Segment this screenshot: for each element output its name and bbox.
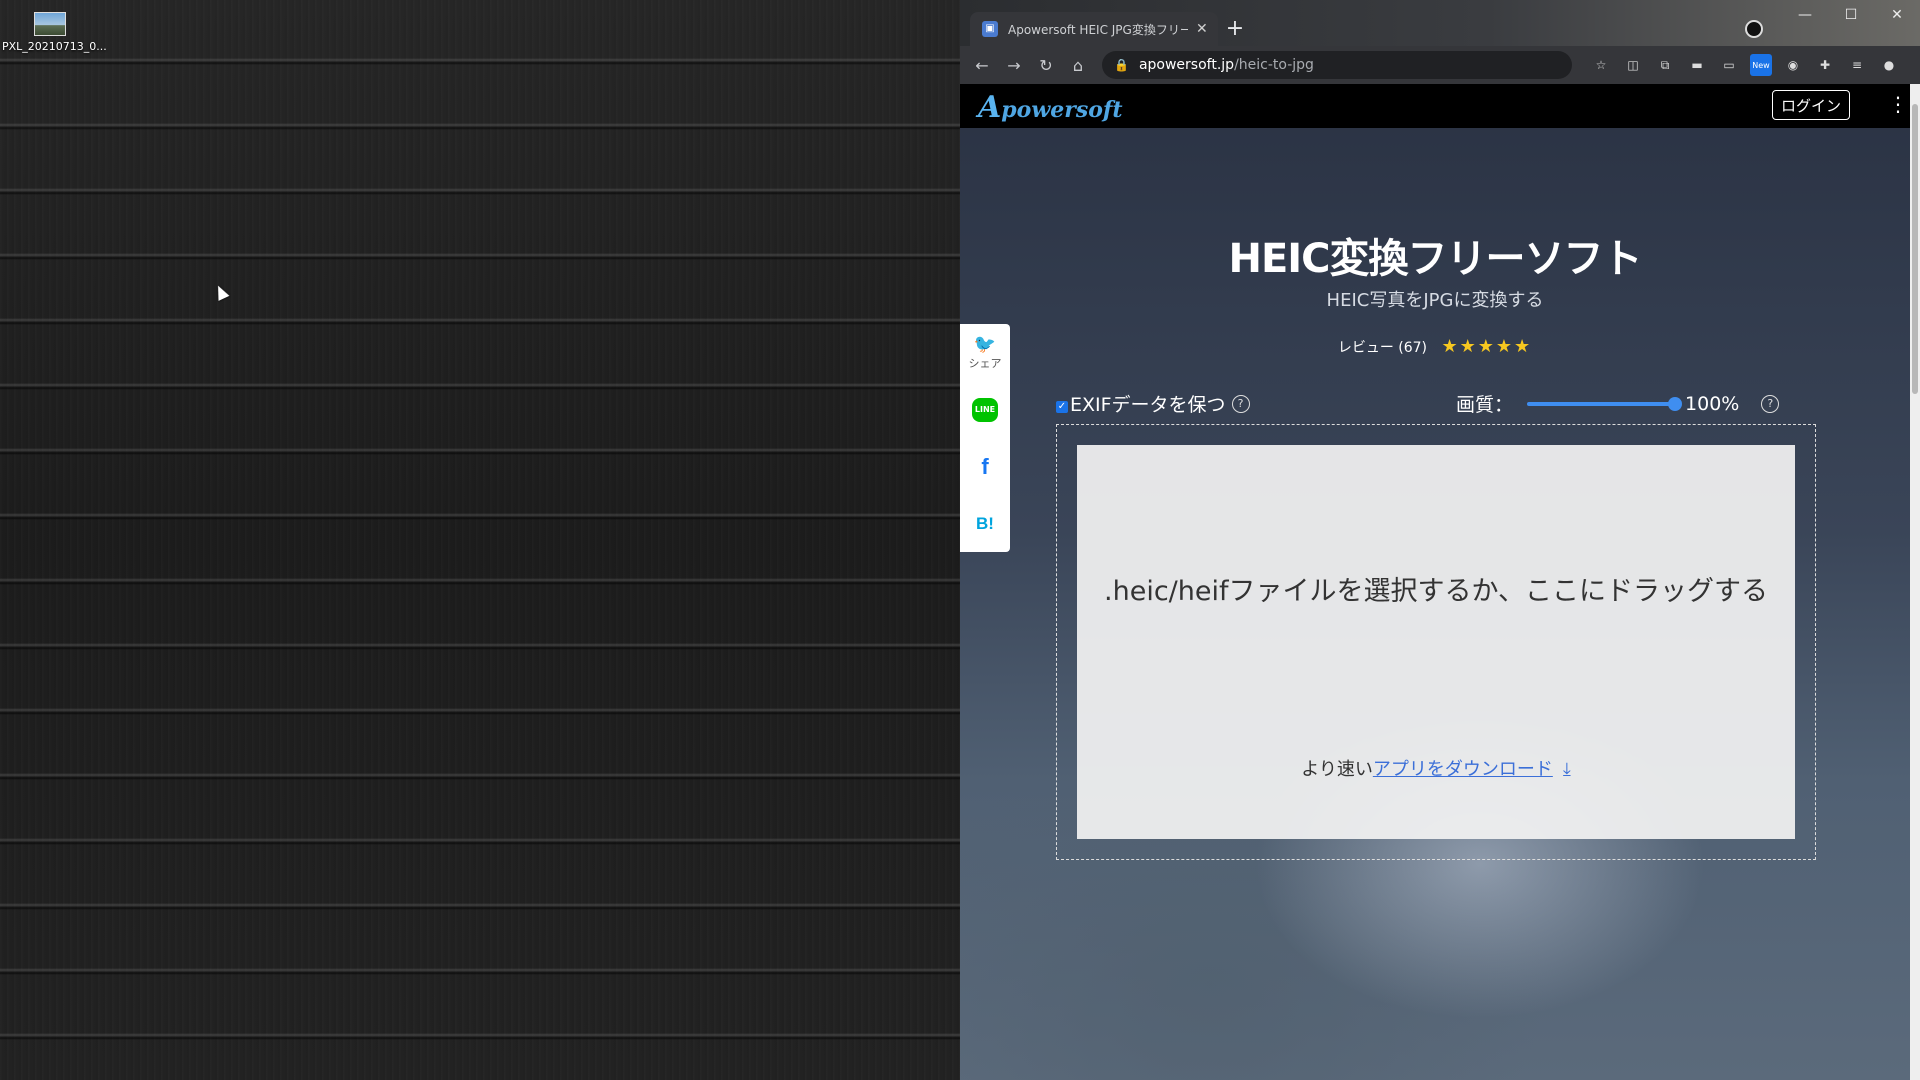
extension-icon[interactable]: ◉ (1782, 54, 1804, 76)
bookmark-star-icon[interactable]: ☆ (1590, 54, 1612, 76)
new-extension-icon[interactable]: New (1750, 54, 1772, 76)
quality-label: 画質： (1456, 394, 1514, 416)
desktop: PXL_20210713_0... (0, 0, 960, 1080)
exif-help-icon[interactable]: ? (1231, 394, 1250, 413)
maximize-icon[interactable]: ☐ (1828, 0, 1874, 30)
facebook-icon: f (981, 453, 989, 479)
avatar[interactable]: ● (1878, 54, 1900, 76)
exif-label: EXIFデータを保つ (1070, 394, 1226, 416)
reload-button[interactable]: ↻ (1030, 56, 1062, 75)
twitter-share-label: シェア (968, 357, 1002, 370)
quality-slider[interactable] (1527, 396, 1683, 411)
puzzle-icon[interactable]: ✚ (1814, 54, 1836, 76)
home-button[interactable]: ⌂ (1062, 56, 1094, 75)
tab-title: Apowersoft HEIC JPG変換フリーソ (1008, 22, 1188, 37)
browser-window: ▣ Apowersoft HEIC JPG変換フリーソ ✕ + — ☐ ✕ ← … (960, 0, 1920, 1080)
file-dropzone[interactable]: .heic/heifファイルを選択するか、ここにドラッグする より速いアプリをダ… (1077, 445, 1795, 839)
dropzone-border: .heic/heifファイルを選択するか、ここにドラッグする より速いアプリをダ… (1056, 424, 1816, 860)
line-icon: LINE (972, 397, 998, 422)
lock-icon: 🔒 (1114, 58, 1129, 72)
url-path: /heic-to-jpg (1234, 57, 1314, 73)
quality-help-icon[interactable]: ? (1761, 394, 1780, 413)
browser-tab[interactable]: ▣ Apowersoft HEIC JPG変換フリーソ ✕ (970, 12, 1218, 46)
hatena-icon: B! (976, 513, 994, 533)
review-count: レビュー (67) (1337, 340, 1428, 356)
new-tab-button[interactable]: + (1222, 16, 1248, 42)
url-domain: apowersoft.jp (1138, 57, 1235, 73)
more-menu-icon[interactable]: ⋮ (1910, 54, 1920, 76)
logo-letter: A (978, 90, 1002, 125)
dropzone-text: .heic/heifファイルを選択するか、ここにドラッグする (1104, 576, 1768, 607)
page-scrollbar[interactable] (1910, 84, 1920, 1080)
quality-value: 100% (1685, 392, 1740, 415)
login-button[interactable]: ログイン (1772, 90, 1850, 120)
download-app-link[interactable]: アプリをダウンロード (1373, 759, 1553, 780)
download-app-line: より速いアプリをダウンロード ⤓ (1077, 755, 1795, 781)
download-icon[interactable]: ⤓ (1563, 759, 1571, 780)
site-header: Apowersoft ログイン ⋮ (960, 84, 1910, 128)
quality-option: 画質： 100% ? (1456, 390, 1780, 417)
hatena-share-button[interactable]: B! (960, 495, 1010, 552)
extension-icon[interactable]: ▬ (1686, 54, 1708, 76)
extension-icons: ☆ ◫ ⧉ ▬ ▭ New ◉ ✚ ≡ ● ⋮ (1590, 54, 1920, 76)
page-title: HEIC変換フリーソフト (1228, 236, 1642, 282)
star-rating-icon: ★★★★★ (1441, 336, 1533, 357)
desktop-file-icon[interactable]: PXL_20210713_0... (2, 12, 107, 53)
new-badge: New (1752, 60, 1770, 70)
translate-icon[interactable]: ⧉ (1654, 54, 1676, 76)
image-thumbnail-icon (34, 12, 66, 36)
tab-bar: ▣ Apowersoft HEIC JPG変換フリーソ ✕ + — ☐ ✕ (960, 0, 1920, 46)
tab-search-icon[interactable] (1745, 20, 1763, 38)
page-subtitle: HEIC写真をJPGに変換する (1326, 290, 1544, 311)
apowersoft-logo[interactable]: Apowersoft (978, 90, 1123, 125)
window-controls: — ☐ ✕ (1782, 0, 1920, 30)
close-window-icon[interactable]: ✕ (1874, 0, 1920, 30)
mouse-cursor-icon (212, 283, 230, 301)
logo-text: powersoft (1001, 97, 1123, 123)
minimize-icon[interactable]: — (1782, 0, 1828, 30)
conversion-options: ✓ EXIFデータを保つ ? 画質： 100% ? (1056, 390, 1906, 420)
exif-checkbox[interactable]: ✓ (1056, 400, 1068, 413)
back-button[interactable]: ← (966, 56, 998, 75)
extension-icon[interactable]: ▭ (1718, 54, 1740, 76)
share-sidebar: 🐦 シェア LINE f B! (960, 324, 1010, 552)
line-share-button[interactable]: LINE (960, 381, 1010, 438)
facebook-share-button[interactable]: f (960, 438, 1010, 495)
tab-close-icon[interactable]: ✕ (1196, 21, 1208, 37)
download-prefix: より速い (1301, 759, 1373, 780)
quality-slider-handle[interactable] (1668, 396, 1683, 411)
scrollbar-thumb[interactable] (1912, 104, 1918, 394)
reading-list-icon[interactable]: ≡ (1846, 54, 1868, 76)
review-rating: レビュー (67) ★★★★★ (960, 336, 1910, 357)
exif-option[interactable]: ✓ EXIFデータを保つ ? (1056, 390, 1250, 417)
desktop-file-label: PXL_20210713_0... (2, 40, 107, 53)
address-bar[interactable]: 🔒 apowersoft.jp/heic-to-jpg (1102, 51, 1572, 79)
tab-favicon-icon: ▣ (982, 21, 998, 37)
forward-button[interactable]: → (998, 56, 1030, 75)
web-page: Apowersoft ログイン ⋮ 🐦 シェア LINE f B! HEIC変換… (960, 84, 1910, 1080)
extension-icon[interactable]: ◫ (1622, 54, 1644, 76)
site-menu-icon[interactable]: ⋮ (1888, 92, 1908, 116)
